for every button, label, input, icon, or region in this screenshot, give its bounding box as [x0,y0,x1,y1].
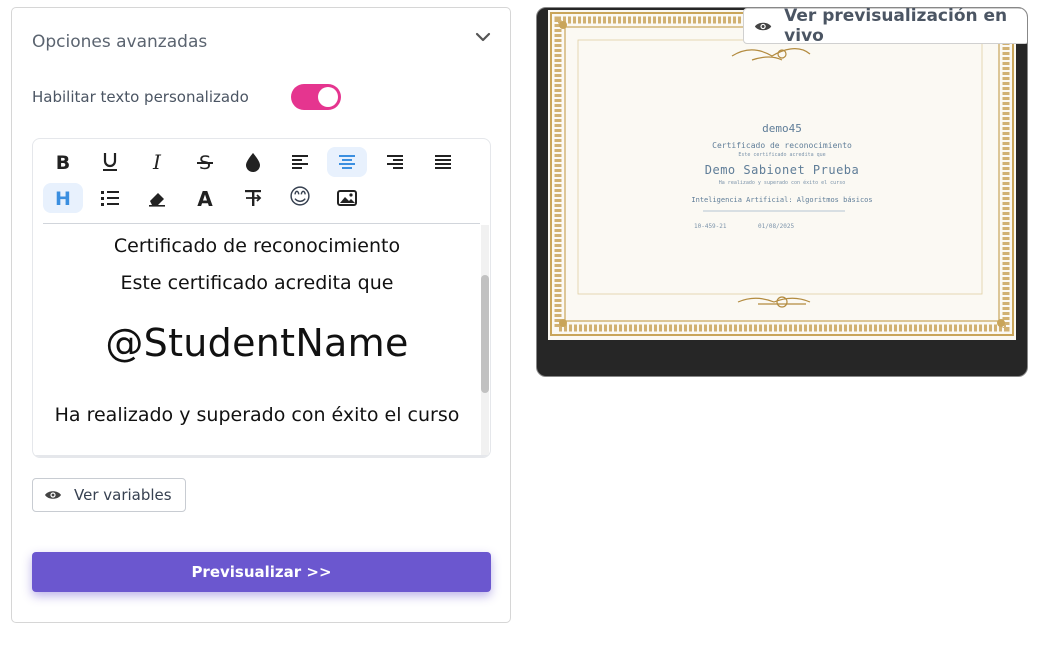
cert-subtitle: Este certificado acredita que [738,152,826,158]
rich-text-editor: B I S [32,138,491,458]
strikethrough-icon: S [197,152,213,172]
italic-button[interactable]: I [137,147,177,177]
bold-button[interactable]: B [43,147,83,177]
emoji-button[interactable]: 😊 [280,183,320,213]
certificate-preview: demo45 Certificado de reconocimiento Est… [548,10,1016,340]
custom-text-toggle[interactable] [291,84,341,110]
student-name-variable: @StudentName [105,321,409,365]
eye-icon [754,22,772,30]
cert-code: 10-459-21 [694,223,727,230]
clear-format-button[interactable] [137,183,177,213]
align-center-button[interactable] [327,147,367,177]
color-drop-icon [246,153,260,172]
certificate-preview-card: demo45 Certificado de reconocimiento Est… [536,7,1028,377]
panel-title: Opciones avanzadas [32,32,208,52]
strikethrough-button[interactable]: S [185,147,225,177]
preview-button[interactable]: Previsualizar >> [32,552,491,592]
bold-icon: B [56,152,70,172]
heading-icon: H [55,188,71,208]
editor-line-subtitle: Este certificado acredita que [120,272,394,294]
heading-button[interactable]: H [43,183,83,213]
text-color-button[interactable] [233,147,273,177]
toolbar-divider [43,223,480,224]
editor-bottom-border [33,455,490,457]
emoji-icon: 😊 [288,185,312,210]
align-center-icon [339,155,355,169]
align-right-button[interactable] [375,147,415,177]
editor-toolbar: B I S [33,139,490,223]
bullet-list-button[interactable] [90,183,130,213]
list-icon [101,191,119,206]
live-preview-button[interactable]: Ver previsualización en vivo [743,7,1027,46]
live-preview-label: Ver previsualización en vivo [784,7,1008,46]
cert-org: demo45 [762,122,802,135]
text-format-icon [245,190,262,206]
editor-scrollbar[interactable] [481,225,489,455]
align-justify-icon [435,155,451,169]
text-format-button[interactable] [233,183,273,213]
svg-text:A: A [197,188,213,208]
font-button[interactable]: A [185,183,225,213]
toggle-knob [318,87,338,107]
insert-image-button[interactable] [327,183,367,213]
align-justify-button[interactable] [423,147,463,177]
image-icon [337,190,357,206]
cert-date: 01/08/2025 [758,223,795,230]
align-left-button[interactable] [280,147,320,177]
custom-text-toggle-label: Habilitar texto personalizado [32,88,249,106]
chevron-down-icon[interactable] [474,30,492,44]
svg-text:H: H [55,188,71,208]
font-icon: A [197,188,213,208]
editor-line-title: Certificado de reconocimiento [113,235,401,257]
italic-icon: I [152,152,162,172]
underline-icon [103,153,117,171]
cert-course: Inteligencia Artificial: Algoritmos bási… [691,196,873,204]
editor-content[interactable]: Certificado de reconocimiento Este certi… [33,225,481,457]
view-variables-label: Ver variables [74,486,172,504]
cert-title: Certificado de reconocimiento [712,141,852,150]
svg-text:B: B [56,152,70,172]
align-left-icon [292,155,308,169]
cert-student-name: Demo Sabionet Prueba [704,163,860,177]
eye-icon [45,491,61,499]
advanced-options-panel: Opciones avanzadas Habilitar texto perso… [11,7,511,623]
svg-text:I: I [152,152,162,172]
view-variables-button[interactable]: Ver variables [32,478,186,512]
editor-line-course: Ha realizado y superado con éxito el cur… [54,404,460,426]
align-right-icon [387,155,403,169]
cert-line: Ha realizado y superado con éxito el cur… [718,180,846,186]
eraser-icon [149,193,165,207]
underline-button[interactable] [90,147,130,177]
editor-scrollbar-thumb[interactable] [481,275,489,393]
